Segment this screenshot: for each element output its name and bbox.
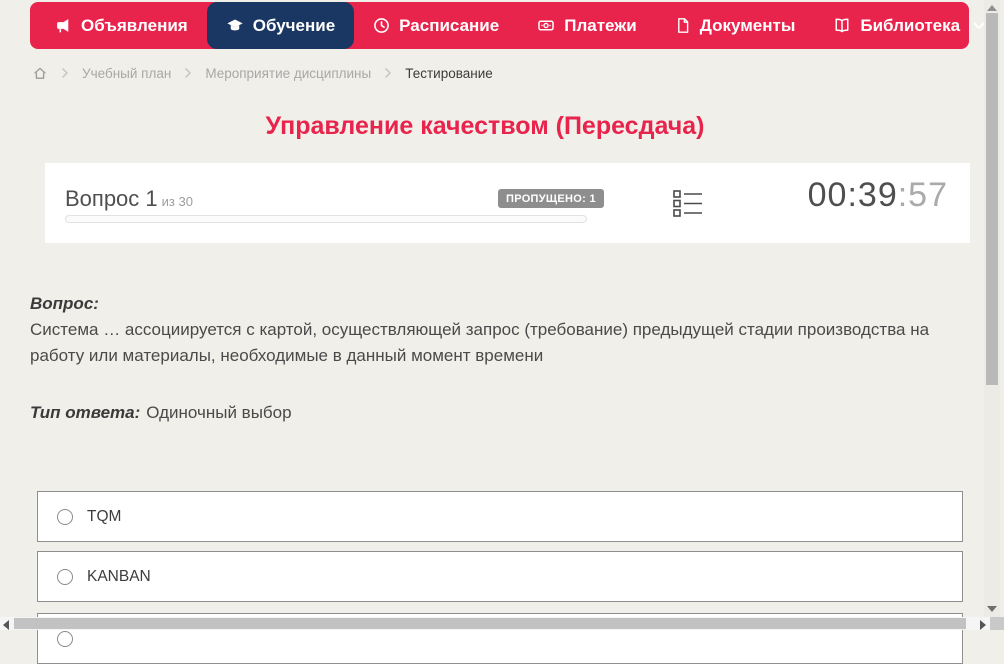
scroll-down-arrow[interactable] xyxy=(987,606,997,612)
question-number-label: Вопрос 1 xyxy=(65,186,158,211)
answer-option-label: KANBAN xyxy=(87,567,151,585)
graduation-cap-icon xyxy=(227,19,243,31)
breadcrumb-separator-icon xyxy=(61,67,69,79)
skipped-badge: ПРОПУЩЕНО: 1 xyxy=(498,189,604,208)
page-title: Управление качеством (Пересдача) xyxy=(265,112,705,140)
question-list-icon xyxy=(673,190,702,217)
nav-item-schedule[interactable]: Расписание xyxy=(354,2,518,49)
horizontal-scrollbar-thumb[interactable] xyxy=(14,618,966,629)
nav-item-learning[interactable]: Обучение xyxy=(206,2,355,49)
home-icon xyxy=(34,67,46,79)
nav-item-label: Библиотека xyxy=(860,15,961,35)
book-icon xyxy=(835,18,849,33)
timer-minutes: 00:39 xyxy=(807,176,898,214)
document-icon xyxy=(677,18,689,33)
radio-button[interactable] xyxy=(57,630,73,647)
nav-item-announcements[interactable]: Объявления xyxy=(36,2,207,49)
answer-option-tqm[interactable]: TQM xyxy=(37,491,963,542)
megaphone-icon xyxy=(57,19,69,33)
scroll-up-arrow[interactable] xyxy=(987,5,997,11)
scroll-left-arrow[interactable] xyxy=(3,620,9,630)
radio-button[interactable] xyxy=(57,508,73,525)
question-progress-bar xyxy=(65,215,587,223)
answer-option-label: TQM xyxy=(87,507,122,525)
nav-item-label: Платежи xyxy=(564,15,637,35)
question-list-button[interactable] xyxy=(673,189,703,223)
nav-item-label: Расписание xyxy=(399,15,500,35)
timer-seconds: :57 xyxy=(897,176,948,214)
question-body: Вопрос: Система … ассоциируется с картой… xyxy=(30,291,952,369)
nav-item-label: Объявления xyxy=(81,15,188,35)
breadcrumb-separator-icon xyxy=(184,67,192,79)
scroll-right-arrow[interactable] xyxy=(980,620,986,630)
countdown-timer: 00:39:57 xyxy=(808,176,948,215)
question-number: Вопрос 1 из 30 xyxy=(65,186,193,212)
banknote-icon xyxy=(538,20,554,31)
answer-type-row: Тип ответа: Одиночный выбор xyxy=(30,403,292,423)
answer-option-kanban[interactable]: KANBAN xyxy=(37,551,963,602)
scrollbar-corner xyxy=(990,617,1004,630)
vertical-scrollbar-thumb[interactable] xyxy=(986,13,998,385)
breadcrumb-item-testing: Тестирование xyxy=(405,65,493,81)
breadcrumb-item-discipline-event[interactable]: Мероприятие дисциплины xyxy=(205,66,371,81)
nav-item-payments[interactable]: Платежи xyxy=(518,2,656,49)
top-navbar: Объявления Обучение Расписание Платежи Д… xyxy=(30,2,985,49)
nav-item-documents[interactable]: Документы xyxy=(656,2,815,49)
question-text: Система … ассоциируется с картой, осущес… xyxy=(30,320,930,365)
nav-item-label: Документы xyxy=(699,15,796,35)
answer-type-label: Тип ответа: xyxy=(30,403,141,422)
clock-icon xyxy=(374,18,390,33)
question-header-card: Вопрос 1 из 30 ПРОПУЩЕНО: 1 00:39:57 xyxy=(45,163,970,243)
nav-item-library[interactable]: Библиотека xyxy=(814,2,1004,49)
breadcrumb-item-curriculum[interactable]: Учебный план xyxy=(82,66,171,81)
radio-button[interactable] xyxy=(57,568,73,585)
breadcrumb-separator-icon xyxy=(384,67,392,79)
breadcrumb: Учебный план Мероприятие дисциплины Тест… xyxy=(32,63,493,83)
breadcrumb-home[interactable] xyxy=(32,65,48,81)
question-heading: Вопрос: xyxy=(30,294,99,313)
nav-item-label: Обучение xyxy=(252,15,336,35)
answer-type-value: Одиночный выбор xyxy=(146,403,292,422)
question-of-label: из 30 xyxy=(161,194,193,209)
